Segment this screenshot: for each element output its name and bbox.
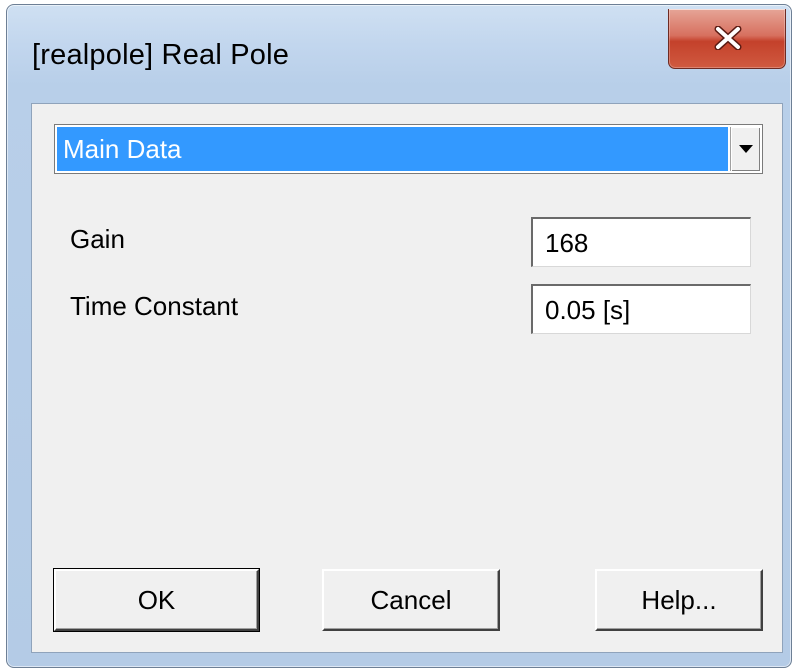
dialog-window: [realpole] Real Pole Main Data Gain 168 … xyxy=(6,4,792,668)
dropdown-selected-value[interactable]: Main Data xyxy=(57,127,728,171)
dialog-client-area: Main Data Gain 168 Time Constant 0.05 [s… xyxy=(31,103,783,653)
time-constant-input[interactable]: 0.05 [s] xyxy=(531,284,751,334)
close-button[interactable] xyxy=(668,9,786,69)
dropdown-arrow-button[interactable] xyxy=(730,127,760,171)
close-icon xyxy=(714,26,742,50)
help-button[interactable]: Help... xyxy=(595,569,763,631)
page-selector-dropdown[interactable]: Main Data xyxy=(54,124,763,174)
cancel-button[interactable]: Cancel xyxy=(322,569,500,631)
time-constant-label: Time Constant xyxy=(70,291,239,321)
ok-button[interactable]: OK xyxy=(53,568,260,632)
window-title: [realpole] Real Pole xyxy=(32,39,290,71)
gain-label: Gain xyxy=(70,224,125,254)
gain-input[interactable]: 168 xyxy=(531,217,751,267)
triangle-down-icon xyxy=(739,145,753,153)
